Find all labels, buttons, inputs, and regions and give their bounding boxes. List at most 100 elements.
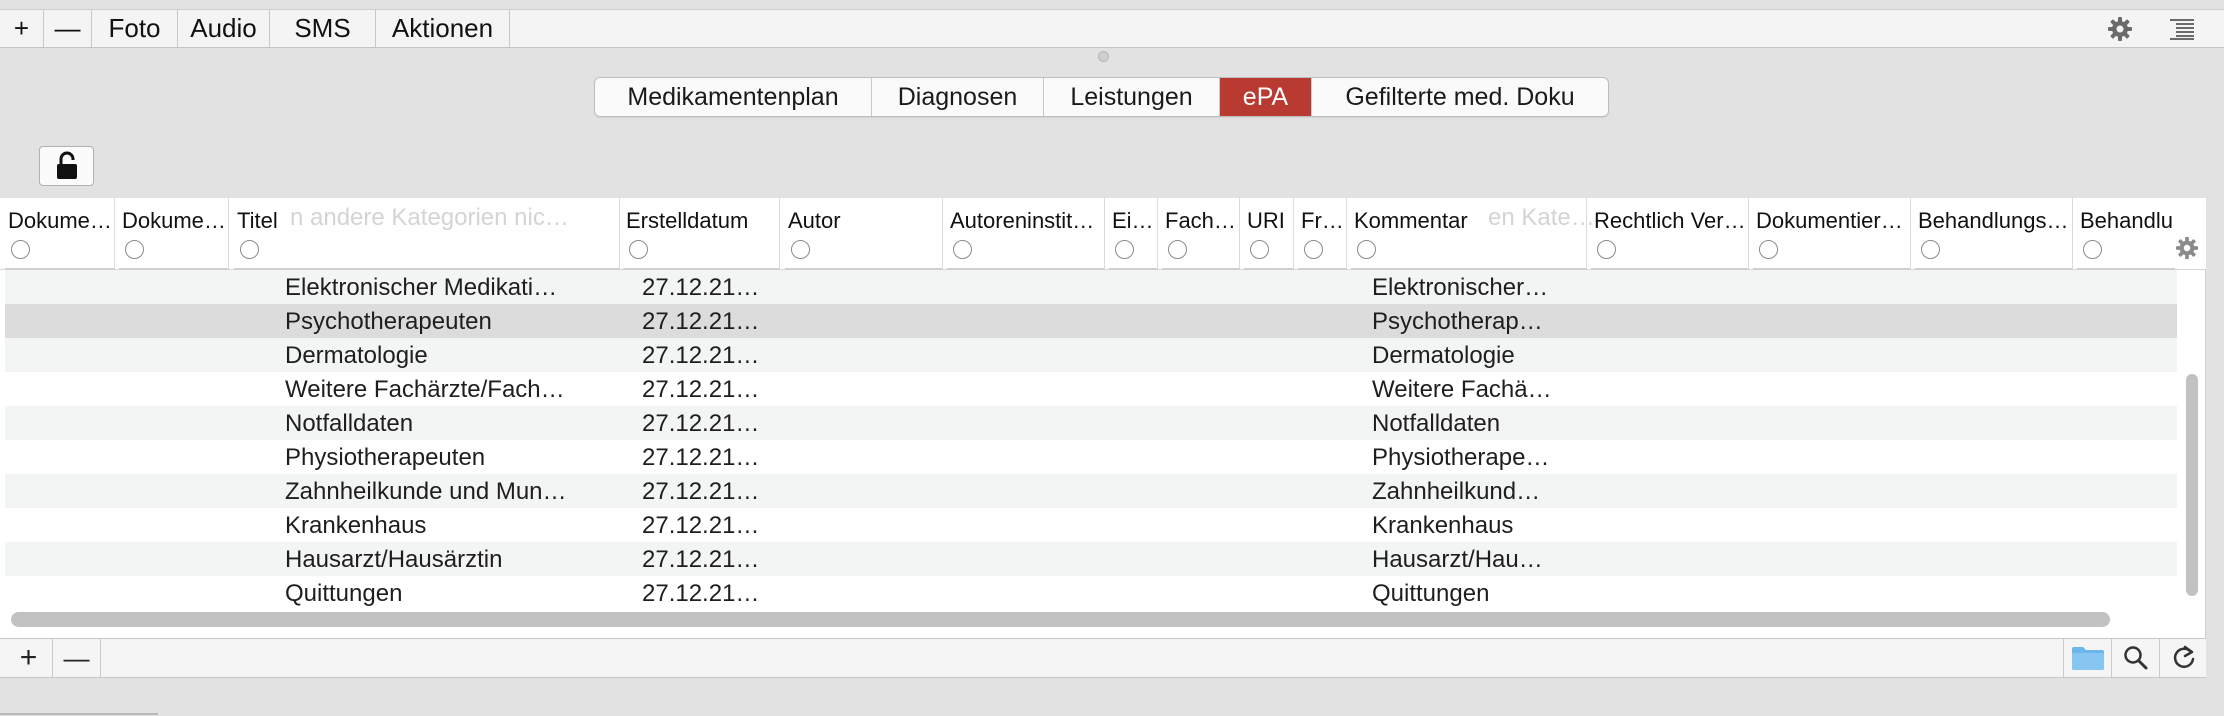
column-filter-radio[interactable] <box>791 240 810 259</box>
column-label: URI <box>1247 208 1285 233</box>
folder-icon[interactable] <box>2063 639 2111 677</box>
tab-bar: Medikamentenplan Diagnosen Leistungen eP… <box>594 77 1609 117</box>
column-filter-radio[interactable] <box>953 240 972 259</box>
column-filter-radio[interactable] <box>1597 240 1616 259</box>
divider <box>0 713 158 715</box>
column-filter-radio[interactable] <box>1921 240 1940 259</box>
splitter-handle[interactable] <box>1098 51 1109 62</box>
tab-diagnosen[interactable]: Diagnosen <box>872 78 1044 116</box>
column-label: Fach… <box>1165 208 1236 233</box>
add-button[interactable]: + <box>0 10 44 47</box>
cell-erstelldatum: 27.12.21… <box>642 580 760 607</box>
column-filter-radio[interactable] <box>1304 240 1323 259</box>
column-label: Behandlu <box>2080 208 2172 233</box>
column-filter-radio[interactable] <box>2083 240 2102 259</box>
column-filter-radio[interactable] <box>240 240 259 259</box>
cell-titel: Elektronischer Medikati… <box>285 274 558 301</box>
cell-titel: Weitere Fachärzte/Fach… <box>285 376 565 403</box>
column-header[interactable]: Titel <box>234 198 620 270</box>
top-toolbar: + — Foto Audio SMS Aktionen <box>0 9 2224 48</box>
column-header[interactable]: Autor <box>785 198 943 270</box>
search-icon[interactable] <box>2111 639 2159 677</box>
column-label: Behandlungs… <box>1918 208 2069 233</box>
add-row-button[interactable]: + <box>5 639 53 677</box>
table-row[interactable]: Elektronischer Medikati… 27.12.21… Elekt… <box>5 270 2177 304</box>
column-header[interactable]: Behandlungs… <box>1915 198 2073 270</box>
column-label: Erstelldatum <box>626 208 749 233</box>
cell-erstelldatum: 27.12.21… <box>642 546 760 573</box>
tab-leistungen[interactable]: Leistungen <box>1044 78 1220 116</box>
aktionen-button[interactable]: Aktionen <box>376 10 510 47</box>
foto-button[interactable]: Foto <box>92 10 178 47</box>
table-row[interactable]: Zahnheilkunde und Mun… 27.12.21… Zahnhei… <box>5 474 2177 508</box>
cell-kommentar: Elektronischer… <box>1372 274 1549 301</box>
column-filter-radio[interactable] <box>125 240 144 259</box>
tab-medikamentenplan[interactable]: Medikamentenplan <box>595 78 872 116</box>
column-filter-radio[interactable] <box>629 240 648 259</box>
gear-icon[interactable] <box>2098 10 2142 47</box>
column-header[interactable]: Ei… <box>1109 198 1158 270</box>
cell-titel: Quittungen <box>285 580 403 607</box>
table-row[interactable]: Quittungen 27.12.21… Quittungen <box>5 576 2177 610</box>
table-row[interactable]: Krankenhaus 27.12.21… Krankenhaus <box>5 508 2177 542</box>
column-label: Fr… <box>1301 208 1343 233</box>
column-filter-radio[interactable] <box>1115 240 1134 259</box>
column-label: Titel <box>237 208 278 233</box>
column-label: Autoreninstit… <box>950 208 1095 233</box>
column-header[interactable]: Rechtlich Ver… <box>1591 198 1749 270</box>
remove-row-button[interactable]: — <box>53 639 101 677</box>
cell-erstelldatum: 27.12.21… <box>642 410 760 437</box>
cell-kommentar: Hausarzt/Hau… <box>1372 546 1543 573</box>
table-header: Dokume… Dokume… Titel n andere Kategorie… <box>0 198 2206 270</box>
column-filter-radio[interactable] <box>1357 240 1376 259</box>
refresh-icon[interactable] <box>2159 639 2207 677</box>
column-header[interactable]: Autoreninstit… <box>947 198 1105 270</box>
column-filter-radio[interactable] <box>1168 240 1187 259</box>
cell-titel: Physiotherapeuten <box>285 444 486 471</box>
horizontal-scrollbar-thumb[interactable] <box>11 612 2110 627</box>
column-header[interactable]: Erstelldatum <box>623 198 780 270</box>
tab-epa[interactable]: ePA <box>1220 78 1312 116</box>
column-header[interactable]: Kommentar <box>1351 198 1587 270</box>
column-filter-radio[interactable] <box>11 240 30 259</box>
column-label: Kommentar <box>1354 208 1468 233</box>
column-label: Rechtlich Ver… <box>1594 208 1745 233</box>
column-label: Autor <box>788 208 841 233</box>
table-row[interactable]: Dermatologie 27.12.21… Dermatologie <box>5 338 2177 372</box>
audio-button[interactable]: Audio <box>178 10 270 47</box>
cell-titel: Krankenhaus <box>285 512 427 539</box>
cell-kommentar: Physiotherape… <box>1372 444 1550 471</box>
table-row[interactable]: Physiotherapeuten 27.12.21… Physiotherap… <box>5 440 2177 474</box>
cell-kommentar: Quittungen <box>1372 580 1490 607</box>
column-filter-radio[interactable] <box>1250 240 1269 259</box>
cell-titel: Hausarzt/Hausärztin <box>285 546 503 573</box>
remove-row-label: — <box>63 643 90 673</box>
column-header[interactable]: Dokume… <box>5 198 115 270</box>
column-header[interactable]: Fr… <box>1298 198 1347 270</box>
table-row[interactable]: Notfalldaten 27.12.21… Notfalldaten <box>5 406 2177 440</box>
column-header[interactable]: Fach… <box>1162 198 1240 270</box>
add-row-label: + <box>19 641 38 674</box>
tab-gefilterte-med-doku[interactable]: Gefilterte med. Doku <box>1312 78 1608 116</box>
cell-erstelldatum: 27.12.21… <box>642 342 760 369</box>
cell-erstelldatum: 27.12.21… <box>642 512 760 539</box>
column-header[interactable]: Dokumentier… <box>1753 198 1911 270</box>
document-table: Dokume… Dokume… Titel n andere Kategorie… <box>0 198 2206 638</box>
column-header[interactable]: Dokume… <box>119 198 229 270</box>
cell-erstelldatum: 27.12.21… <box>642 478 760 505</box>
bottom-toolbar: + — <box>0 638 2206 678</box>
remove-button[interactable]: — <box>44 10 92 47</box>
cell-kommentar: Dermatologie <box>1372 342 1515 369</box>
column-settings-gear-icon[interactable] <box>2175 236 2199 265</box>
column-filter-radio[interactable] <box>1759 240 1778 259</box>
table-row[interactable]: Hausarzt/Hausärztin 27.12.21… Hausarzt/H… <box>5 542 2177 576</box>
lock-button[interactable] <box>39 146 94 186</box>
list-icon[interactable] <box>2160 10 2204 47</box>
column-header[interactable]: Behandlu <box>2077 198 2175 270</box>
sms-button[interactable]: SMS <box>270 10 376 47</box>
vertical-scrollbar-thumb[interactable] <box>2186 374 2198 596</box>
table-row-selected[interactable]: Psychotherapeuten 27.12.21… Psychotherap… <box>5 304 2177 338</box>
table-row[interactable]: Weitere Fachärzte/Fach… 27.12.21… Weiter… <box>5 372 2177 406</box>
column-header[interactable]: URI <box>1244 198 1294 270</box>
column-label: Dokumentier… <box>1756 208 1903 233</box>
